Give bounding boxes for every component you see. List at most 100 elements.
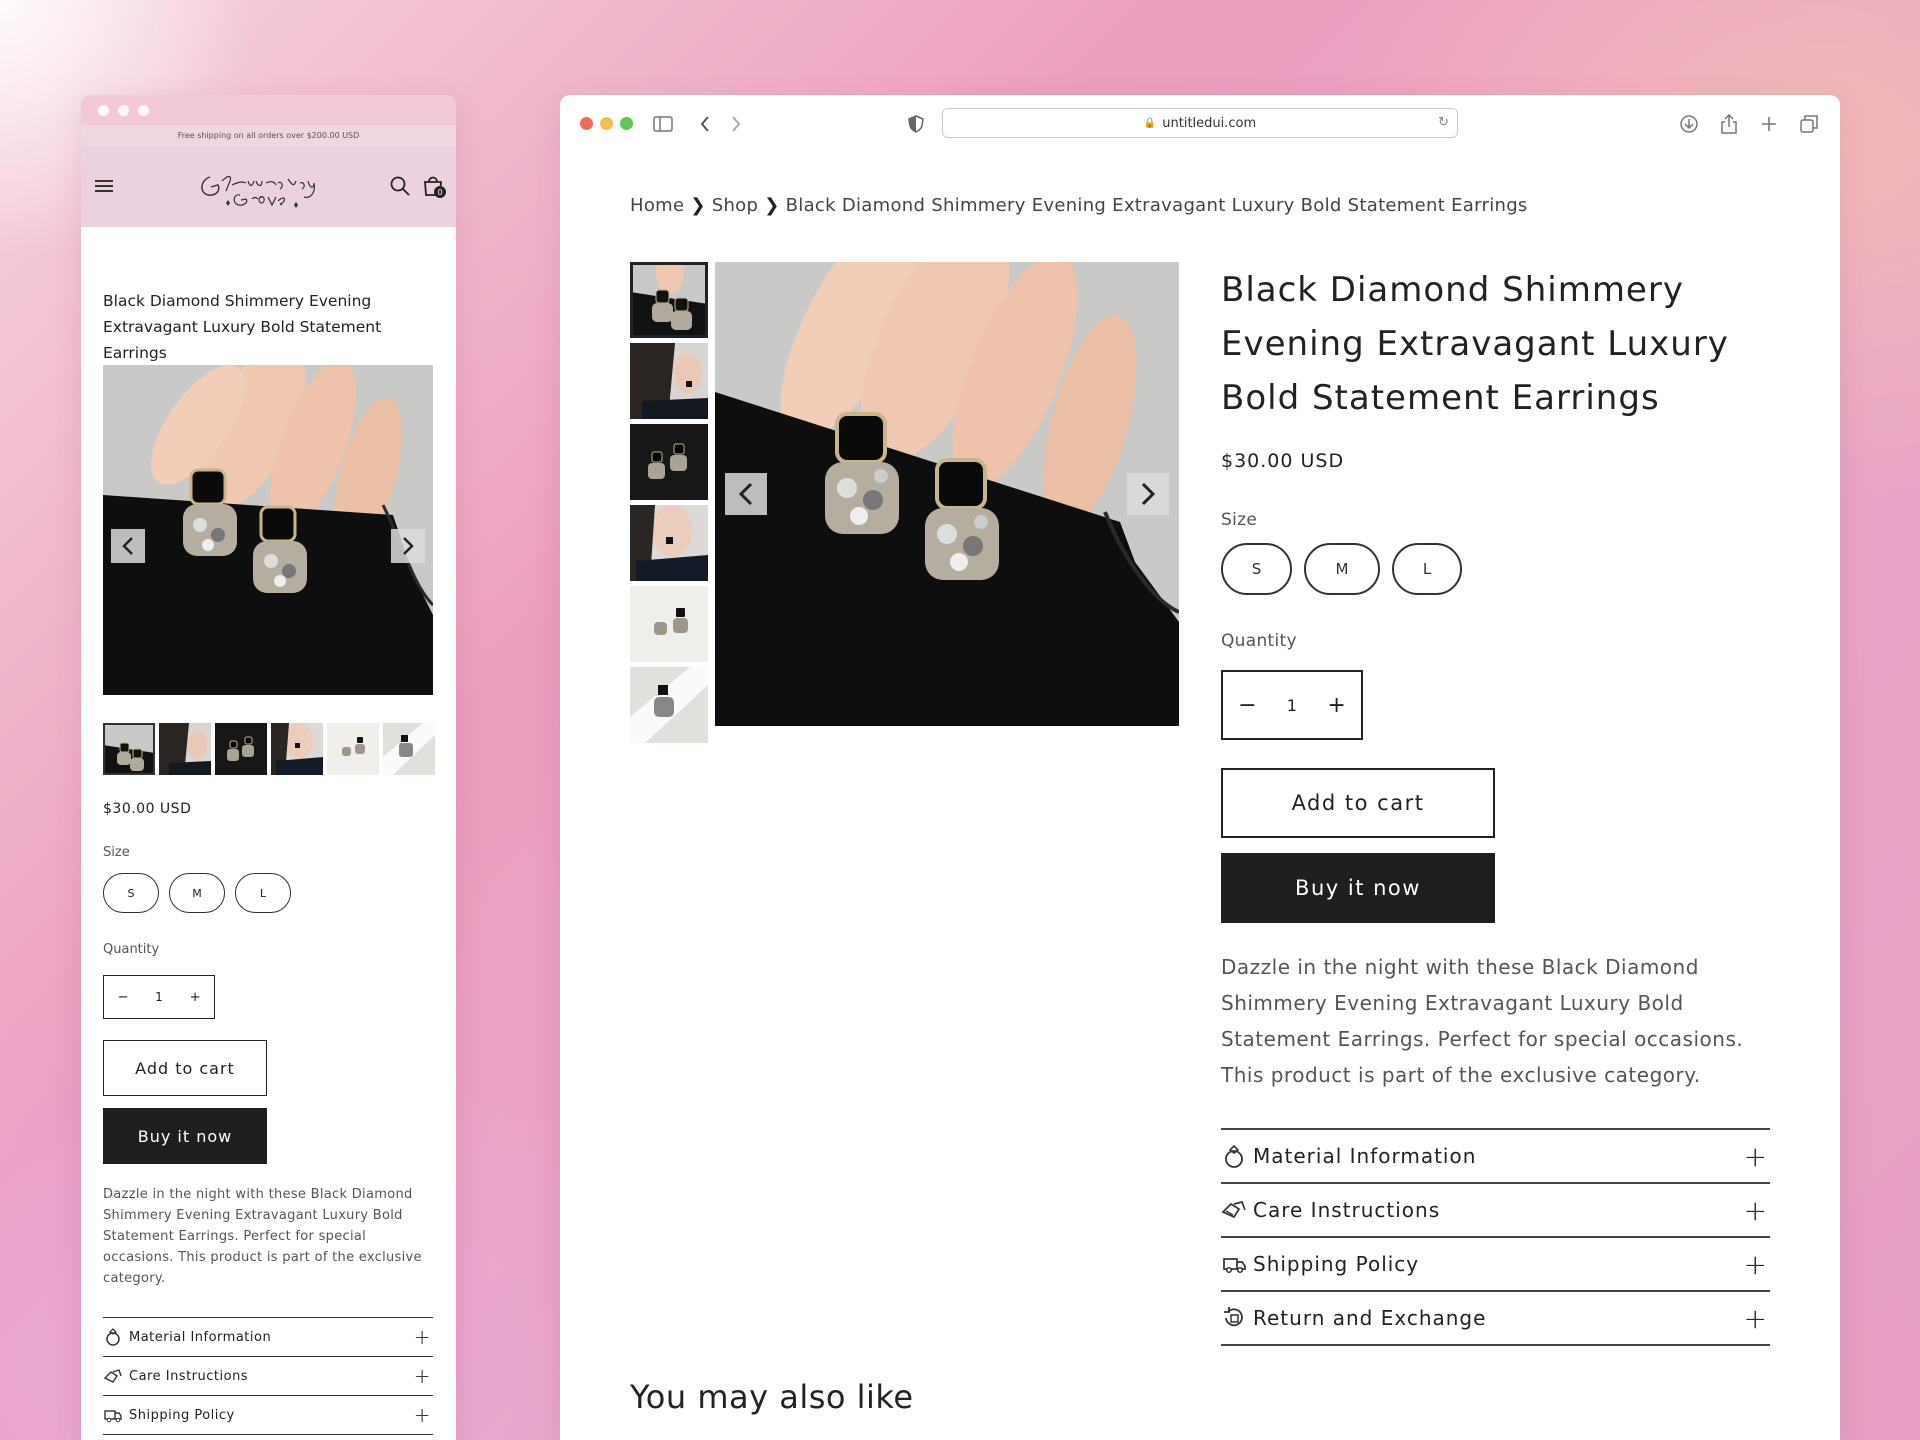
address-bar[interactable]: 🔒 untitledui.com ↻ [942,108,1458,138]
accordion-label: Material Information [129,1329,272,1345]
breadcrumb-shop[interactable]: Shop [712,195,758,216]
chevron-right-icon [1141,482,1156,506]
accordion-label: Shipping Policy [1253,1252,1420,1276]
desktop-browser-window: 🔒 untitledui.com ↻ Home ❯ Shop ❯ Black D… [560,95,1840,1440]
size-option-m[interactable]: M [169,873,225,913]
prev-image-button[interactable] [111,529,145,563]
download-icon[interactable] [1678,113,1700,135]
window-dot[interactable] [98,104,109,116]
buy-now-button[interactable]: Buy it now [1221,853,1495,923]
size-option-s[interactable]: S [103,873,159,913]
product-description: Dazzle in the night with these Black Dia… [103,1187,422,1286]
truck-icon [1223,1258,1246,1274]
share-icon[interactable] [1718,113,1740,135]
reload-icon[interactable]: ↻ [1438,115,1449,130]
plus-icon: + [413,1325,431,1349]
accordion-label: Care Instructions [1253,1198,1441,1222]
breadcrumb-home[interactable]: Home [630,195,684,216]
accordion-care-instructions[interactable]: Care Instructions + [103,1356,433,1395]
thumbnail[interactable] [630,424,708,500]
breadcrumb: Home ❯ Shop ❯ Black Diamond Shimmery Eve… [630,195,1528,216]
accordion-material-information[interactable]: Material Information + [103,1317,433,1356]
glimmering-grove-logo[interactable] [196,167,336,211]
thumbnail[interactable] [215,723,267,775]
quantity-value[interactable]: 1 [1287,696,1297,715]
add-to-cart-button[interactable]: Add to cart [1221,768,1495,838]
window-dot[interactable] [118,104,129,116]
quantity-label: Quantity [1221,631,1297,651]
forward-icon[interactable] [725,113,747,135]
thumbnail[interactable] [630,505,708,581]
size-options: S M L [103,873,291,913]
thumbnail[interactable] [630,667,708,743]
cart-button[interactable]: 0 [421,173,447,199]
product-description: Dazzle in the night with these Black Dia… [1221,955,1744,1087]
chevron-right-icon: ❯ [690,195,706,216]
chevron-right-icon [403,537,414,555]
chevron-left-icon [122,537,133,555]
add-to-cart-button[interactable]: Add to cart [103,1040,267,1096]
cart-icon: 0 [424,176,446,198]
sidebar-toggle-icon[interactable] [652,113,674,135]
thumbnail[interactable] [327,723,379,775]
next-image-button[interactable] [1127,473,1169,515]
size-option-m[interactable]: M [1304,543,1380,595]
size-option-s[interactable]: S [1221,543,1292,595]
accordion-return-and-exchange[interactable]: Return and Exchange + [1221,1290,1770,1344]
buy-now-button[interactable]: Buy it now [103,1108,267,1164]
tab-overview-icon[interactable] [1798,113,1820,135]
thumbnail[interactable] [630,586,708,662]
prev-image-button[interactable] [725,473,767,515]
divider [103,1434,433,1435]
quantity-value[interactable]: 1 [155,990,163,1004]
thumbnail[interactable] [383,723,435,775]
product-price: $30.00 USD [103,801,192,817]
quantity-decrease-button[interactable]: − [1238,693,1256,718]
size-option-l[interactable]: L [1392,543,1462,595]
quantity-decrease-button[interactable]: − [117,990,128,1005]
plus-icon: + [1743,1247,1768,1281]
thumbnail[interactable] [630,262,708,338]
accordion-care-instructions[interactable]: Care Instructions + [1221,1182,1770,1236]
product-price: $30.00 USD [1221,450,1345,472]
new-tab-icon[interactable] [1758,113,1780,135]
divider [1221,1344,1770,1346]
minimize-window-button[interactable] [600,117,613,130]
care-icon [1221,1200,1246,1219]
accordion-material-information[interactable]: Material Information + [1221,1128,1770,1182]
plus-icon: + [1743,1139,1768,1173]
thumbnail[interactable] [103,723,155,775]
back-icon[interactable] [694,113,716,135]
window-dot[interactable] [138,104,149,116]
thumbnail-strip [103,723,435,775]
accordion-shipping-policy[interactable]: Shipping Policy + [1221,1236,1770,1290]
browser-toolbar: 🔒 untitledui.com ↻ [560,95,1840,151]
thumbnail[interactable] [630,343,708,419]
privacy-shield-icon[interactable] [905,113,927,135]
you-may-also-like-heading: You may also like [630,1378,914,1416]
chevron-left-icon [738,482,753,506]
next-image-button[interactable] [391,529,425,563]
plus-icon: + [1743,1193,1768,1227]
mobile-header: 0 [81,147,456,227]
quantity-increase-button[interactable]: + [189,990,200,1005]
quantity-label: Quantity [103,942,160,957]
quantity-stepper: − 1 + [1221,670,1363,740]
menu-icon[interactable] [93,177,115,197]
search-icon[interactable] [389,175,411,197]
lock-icon: 🔒 [1143,117,1157,129]
accordion-label: Care Instructions [129,1368,249,1384]
accordion-label: Return and Exchange [1253,1306,1487,1330]
close-window-button[interactable] [580,117,593,130]
quantity-increase-button[interactable]: + [1327,693,1345,718]
accordion-shipping-policy[interactable]: Shipping Policy + [103,1395,433,1434]
size-option-l[interactable]: L [235,873,291,913]
product-title: Black Diamond Shimmery Evening Extravaga… [1221,270,1729,418]
product-main-image [715,262,1179,726]
maximize-window-button[interactable] [620,117,633,130]
mobile-window: Free shipping on all orders over $200.00… [81,95,456,1440]
cart-count: 0 [437,188,442,197]
url-text: untitledui.com [1162,115,1257,131]
thumbnail[interactable] [271,723,323,775]
thumbnail[interactable] [159,723,211,775]
